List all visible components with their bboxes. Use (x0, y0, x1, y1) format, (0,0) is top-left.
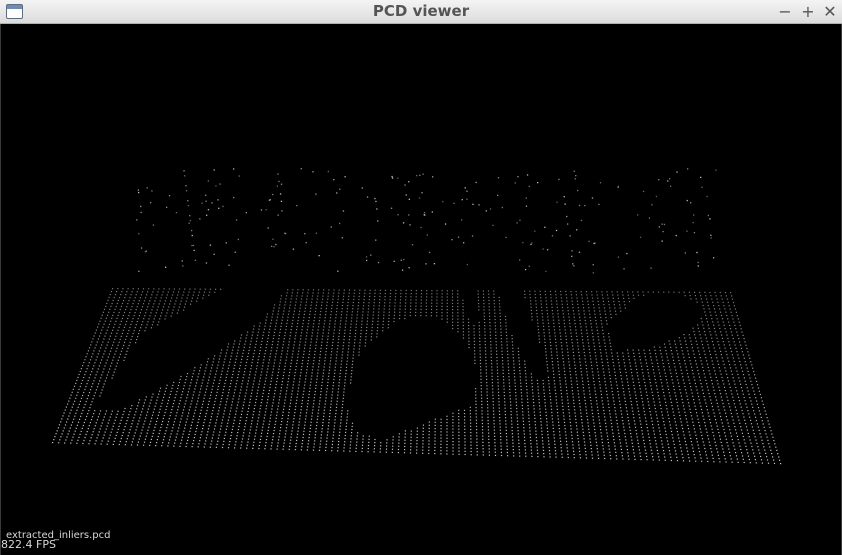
title-bar: PCD viewer − + ✕ (0, 0, 842, 24)
maximize-button[interactable]: + (798, 1, 818, 23)
minimize-button[interactable]: − (775, 1, 795, 23)
point-cloud-points (52, 168, 782, 465)
fps-readout: 822.4 FPS (1, 538, 56, 551)
point-cloud-canvas[interactable] (1, 25, 841, 553)
point-cloud-viewport[interactable] (1, 25, 841, 553)
close-button[interactable]: ✕ (820, 1, 840, 23)
window-title: PCD viewer (372, 2, 470, 20)
